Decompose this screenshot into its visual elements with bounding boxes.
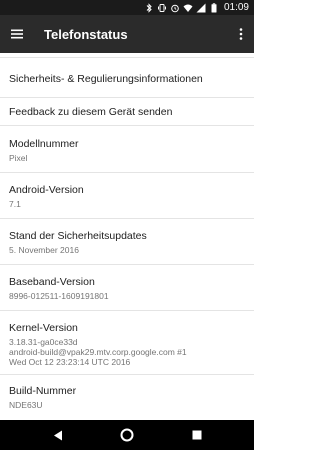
list-item-value-line-1: 3.18.31-ga0ce33d — [9, 337, 78, 347]
status-bar: 01:09 — [0, 0, 254, 15]
list-item-android-version[interactable]: Android-Version 7.1 — [0, 173, 254, 219]
list-item-model-number[interactable]: Modellnummer Pixel — [0, 126, 254, 173]
back-icon[interactable] — [38, 420, 78, 450]
list-item-value: 5. November 2016 — [9, 245, 79, 255]
list-item-value: 7.1 — [9, 199, 21, 209]
wifi-icon — [183, 3, 193, 13]
list-item-value: Pixel — [9, 153, 28, 163]
battery-icon — [209, 2, 219, 13]
alarm-icon — [170, 3, 180, 13]
list-item-label: Kernel-Version — [9, 322, 78, 334]
list-item-value: 8996-012511-1609191801 — [9, 291, 109, 301]
list-item-value-line-3: Wed Oct 12 23:23:14 UTC 2016 — [9, 357, 131, 367]
hamburger-icon[interactable] — [0, 15, 34, 53]
list-item-label: Baseband-Version — [9, 276, 95, 288]
list-item-label: Stand der Sicherheitsupdates — [9, 230, 147, 242]
recents-icon[interactable] — [177, 420, 217, 450]
list-item-send-feedback[interactable]: Feedback zu diesem Gerät senden — [0, 98, 254, 126]
list-item-build-number[interactable]: Build-Nummer NDE63U — [0, 375, 254, 420]
list-item-baseband-version[interactable]: Baseband-Version 8996-012511-1609191801 — [0, 265, 254, 311]
list-item-label: Feedback zu diesem Gerät senden — [9, 106, 173, 118]
list-item-regulatory-info[interactable]: Sicherheits- & Regulierungsinformationen — [0, 58, 254, 98]
vibrate-icon — [157, 3, 167, 13]
list-item-label: Android-Version — [9, 184, 84, 196]
signal-icon — [196, 3, 206, 13]
list-item-label: Build-Nummer — [9, 385, 77, 397]
home-icon[interactable] — [107, 420, 147, 450]
list-item-kernel-version[interactable]: Kernel-Version 3.18.31-ga0ce33d android-… — [0, 311, 254, 375]
list-item-label: Modellnummer — [9, 138, 79, 150]
list-item-security-patch[interactable]: Stand der Sicherheitsupdates 5. November… — [0, 219, 254, 265]
app-bar: Telefonstatus — [0, 15, 254, 53]
overflow-menu-icon[interactable] — [234, 15, 248, 53]
navigation-bar — [0, 420, 254, 450]
page-title: Telefonstatus — [44, 26, 128, 42]
list-item-value: NDE63U — [9, 400, 43, 410]
list-item-value-line-2: android-build@vpak29.mtv.corp.google.com… — [9, 347, 187, 357]
settings-list: Sicherheits- & Regulierungsinformationen… — [0, 53, 254, 420]
bluetooth-icon — [144, 2, 154, 13]
status-time: 01:09 — [223, 2, 249, 13]
list-item-label: Sicherheits- & Regulierungsinformationen — [9, 73, 203, 85]
